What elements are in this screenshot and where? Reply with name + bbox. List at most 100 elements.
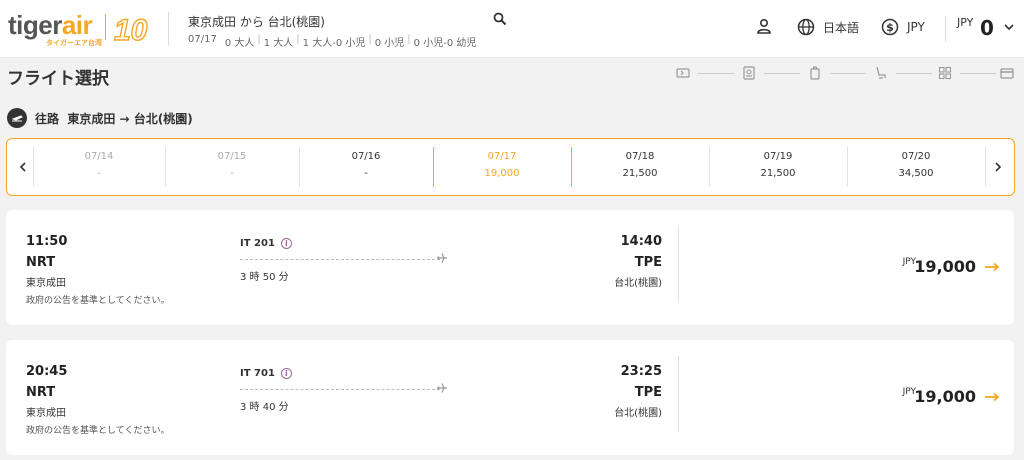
date-label: 07/17 (487, 151, 517, 162)
booking-steps (676, 64, 1016, 82)
date-price: - (364, 168, 368, 179)
header-divider (168, 12, 169, 46)
date-label: 07/19 (763, 151, 793, 162)
search-icon[interactable] (493, 12, 507, 26)
arrival-code: TPE (634, 385, 662, 400)
arrival-city: 台北(桃園) (614, 408, 662, 419)
prev-dates-button[interactable] (11, 155, 35, 179)
flight-card[interactable]: 20:45 NRT 東京成田 政府の公告を基準としてください。 IT 701 i… (6, 340, 1014, 455)
price-value[interactable]: 19,000 (914, 387, 976, 406)
step-connector (830, 73, 866, 74)
pax-adults-2: 1 大人 (263, 38, 294, 49)
pax-adults: 0 大人 (224, 38, 255, 49)
arrival-time: 14:40 (620, 234, 662, 249)
outbound-direction: 往路 (35, 111, 60, 126)
step-connector (764, 73, 800, 74)
step-connector (960, 73, 996, 74)
chevron-down-icon[interactable] (1003, 22, 1015, 32)
pax-children: 0 小児 (374, 38, 405, 49)
date-option[interactable]: 07/14 - (33, 145, 165, 189)
flight-number: IT 201 i (240, 238, 292, 249)
price-value[interactable]: 19,000 (914, 257, 976, 276)
arrow-right-icon[interactable] (984, 262, 1000, 272)
date-label: 07/16 (351, 151, 381, 162)
logo-divider (105, 14, 106, 40)
date-price: - (97, 168, 101, 179)
tigerair-logo[interactable]: tigerair タイガーエア台湾 10 (8, 10, 148, 47)
search-date: 07/17 (188, 34, 217, 45)
user-icon (757, 18, 771, 34)
arrival-city: 台北(桃園) (614, 278, 662, 289)
passenger-step-icon (743, 66, 755, 80)
date-price: 19,000 (484, 168, 520, 179)
language-label: 日本語 (823, 20, 860, 35)
dollar-icon: $ (881, 18, 899, 36)
route-line (240, 259, 440, 260)
date-option[interactable]: 07/16 - (299, 145, 433, 189)
arrival-time: 23:25 (620, 364, 662, 379)
total-amount[interactable]: 0 (980, 16, 994, 40)
arrow-right-icon[interactable] (984, 392, 1000, 402)
logo-wordmark: tigerair (8, 10, 93, 40)
search-route[interactable]: 東京成田 から 台北(桃園) (188, 13, 325, 30)
arrival-code: TPE (634, 255, 662, 270)
date-selector: 07/14 - 07/15 - 07/16 - 07/17 19,000 07/… (6, 138, 1015, 196)
date-label: 07/20 (901, 151, 931, 162)
currency-selector[interactable]: $ JPY (881, 18, 925, 36)
date-option-selected[interactable]: 07/17 19,000 (433, 145, 571, 189)
route-line (240, 389, 440, 390)
step-connector (896, 73, 932, 74)
departure-time: 11:50 (26, 234, 68, 249)
logo-text-a: tiger (8, 10, 62, 40)
total-currency: JPY (957, 16, 974, 29)
departure-plane-icon (7, 108, 27, 128)
language-selector[interactable]: 日本語 (797, 18, 859, 36)
addons-step-icon (938, 66, 952, 80)
departure-code: NRT (26, 385, 56, 400)
flight-number: IT 701 i (240, 368, 292, 379)
flight-number-text: IT 201 (240, 238, 275, 249)
page-title: フライト選択 (7, 69, 109, 89)
svg-text:$: $ (886, 21, 894, 34)
payment-step-icon (1000, 68, 1014, 79)
date-option[interactable]: 07/19 21,500 (709, 145, 847, 189)
baggage-step-icon (810, 66, 820, 80)
date-option[interactable]: 07/18 21,500 (571, 145, 709, 189)
chevron-left-icon (19, 162, 26, 172)
date-price: - (230, 168, 234, 179)
date-label: 07/18 (625, 151, 655, 162)
departure-city: 東京成田 (26, 278, 66, 289)
date-label: 07/14 (84, 151, 114, 162)
pax-adult-child: 1 大人-0 小児 (302, 38, 366, 49)
departure-time: 20:45 (26, 364, 68, 379)
outbound-header: 往路 東京成田 → 台北(桃園) (7, 108, 193, 128)
date-label: 07/15 (217, 151, 247, 162)
top-header: tigerair タイガーエア台湾 10 東京成田 から 台北(桃園) 07/1… (0, 0, 1024, 58)
info-icon[interactable]: i (280, 368, 292, 379)
flight-number-text: IT 701 (240, 368, 275, 379)
step-connector (698, 73, 734, 74)
card-divider (678, 356, 679, 432)
info-icon[interactable]: i (280, 238, 292, 249)
chevron-right-icon (995, 162, 1002, 172)
globe-icon (797, 18, 815, 36)
time-notice: 政府の公告を基準としてください。 (26, 426, 170, 436)
departure-code: NRT (26, 255, 56, 270)
flight-card[interactable]: 11:50 NRT 東京成田 政府の公告を基準としてください。 IT 201 i… (6, 210, 1014, 325)
date-option[interactable]: 07/20 34,500 (847, 145, 985, 189)
anniversary-text: 10 (114, 14, 148, 46)
date-price: 21,500 (622, 168, 658, 179)
currency-label: JPY (907, 20, 925, 34)
outbound-label: 往路 東京成田 → 台北(桃園) (35, 110, 193, 127)
date-price: 34,500 (898, 168, 934, 179)
flight-step-icon (676, 68, 690, 78)
logo-text-b: air (61, 10, 93, 40)
logo-subtitle: タイガーエア台湾 (46, 39, 102, 47)
anniversary-10-icon: 10 (113, 13, 148, 46)
flight-duration: 3 時 40 分 (240, 402, 289, 413)
search-summary[interactable]: 07/17 0 大人 | 1 大人 | 1 大人-0 小児 | 0 小児 | 0 小児-… (188, 34, 476, 49)
date-price: 21,500 (760, 168, 796, 179)
account-button[interactable] (756, 18, 772, 34)
date-option[interactable]: 07/15 - (165, 145, 299, 189)
next-dates-button[interactable] (986, 155, 1010, 179)
